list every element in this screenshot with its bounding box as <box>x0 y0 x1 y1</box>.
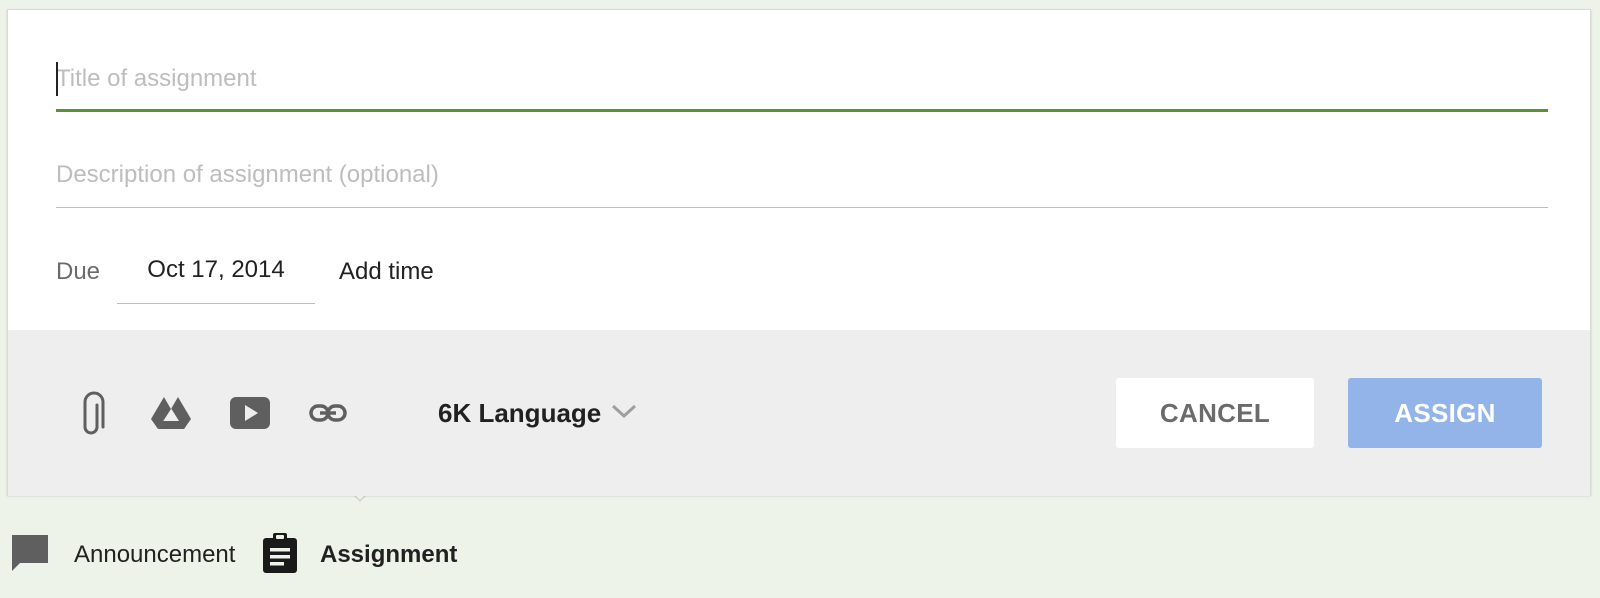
assignment-title-input[interactable] <box>56 60 1548 98</box>
due-date-row: Due Oct 17, 2014 Add time <box>56 250 656 306</box>
assignment-composer-card: Due Oct 17, 2014 Add time <box>7 9 1591 496</box>
due-date-field[interactable]: Oct 17, 2014 <box>117 250 315 304</box>
link-icon[interactable] <box>306 388 350 438</box>
composer-toolbar: 6K Language CANCEL ASSIGN <box>8 330 1590 496</box>
assign-button[interactable]: ASSIGN <box>1348 378 1542 448</box>
tab-assignment-label: Assignment <box>320 541 458 568</box>
course-selector-dropdown[interactable]: 6K Language <box>438 392 637 434</box>
announcement-icon <box>10 533 50 578</box>
title-field-wrapper <box>56 60 1548 112</box>
due-label: Due <box>56 258 101 285</box>
assignment-description-input[interactable] <box>56 156 1548 194</box>
card-pointer <box>344 484 376 500</box>
tab-announcement[interactable]: Announcement <box>10 530 235 580</box>
paperclip-icon[interactable] <box>72 388 116 438</box>
description-field-wrapper <box>56 156 1548 208</box>
google-drive-icon[interactable] <box>149 388 193 438</box>
add-time-link[interactable]: Add time <box>339 258 434 286</box>
tab-announcement-label: Announcement <box>74 541 236 568</box>
text-caret <box>56 62 58 96</box>
assignment-form: Due Oct 17, 2014 Add time <box>8 10 1590 330</box>
chevron-down-icon <box>611 403 637 424</box>
assignment-clipboard-icon <box>262 532 298 578</box>
youtube-icon[interactable] <box>228 388 272 438</box>
cancel-button[interactable]: CANCEL <box>1116 378 1314 448</box>
tab-assignment[interactable]: Assignment <box>262 530 457 580</box>
course-name: 6K Language <box>438 397 602 428</box>
post-type-tabs: Announcement Assignment <box>10 530 710 580</box>
